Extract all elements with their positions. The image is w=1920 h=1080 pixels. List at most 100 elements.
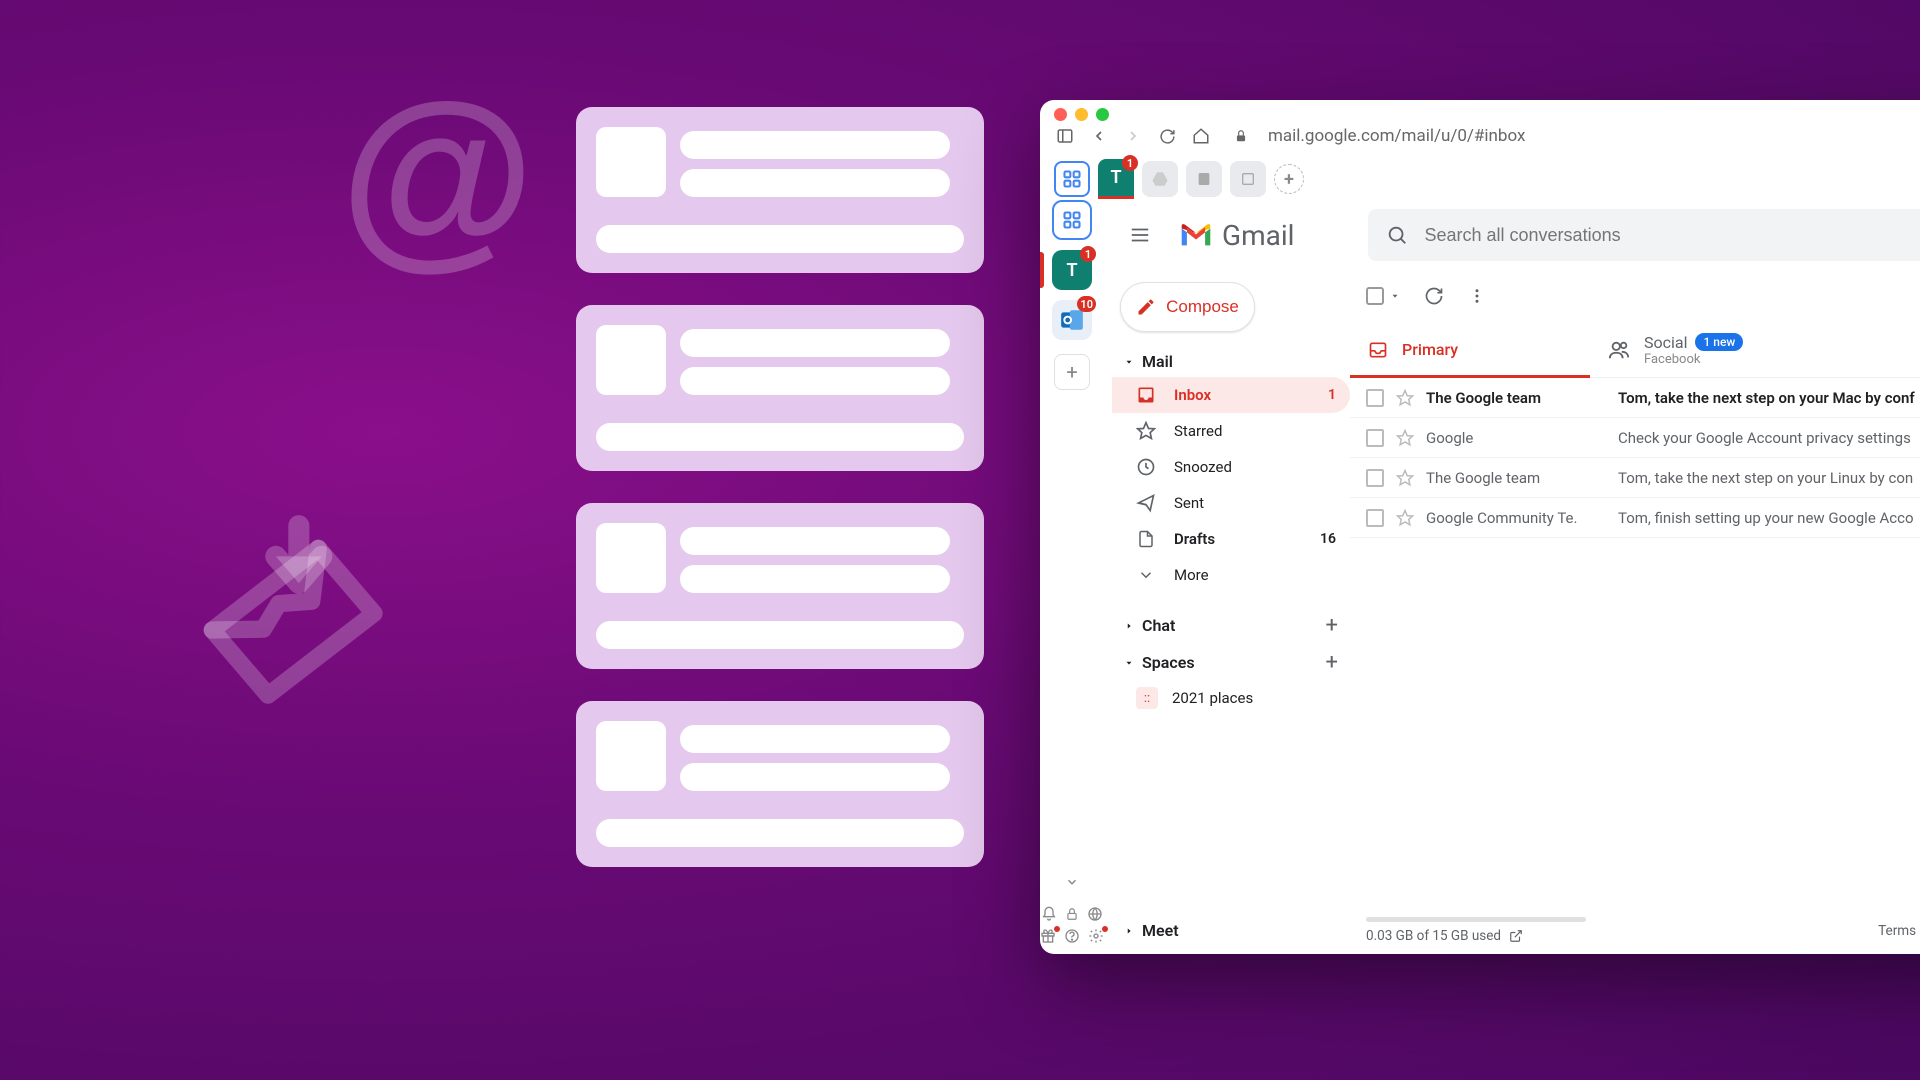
inbox-icon	[1368, 340, 1388, 360]
new-tab-button[interactable]: +	[1274, 164, 1304, 194]
tab-social[interactable]: Social 1 new Facebook	[1590, 322, 1830, 377]
rail-account-gmail[interactable]: T 1	[1052, 250, 1092, 290]
gmail-app: Gmail Compose	[1104, 200, 1920, 954]
more-options-button[interactable]	[1468, 287, 1486, 305]
apps-grid-tab[interactable]	[1054, 161, 1090, 197]
chat-section-header[interactable]: Chat +	[1112, 607, 1350, 644]
mail-sender: Google	[1426, 429, 1606, 447]
close-window-button[interactable]	[1054, 108, 1067, 121]
maximize-window-button[interactable]	[1096, 108, 1109, 121]
drive-tab[interactable]	[1142, 161, 1178, 197]
reload-button[interactable]	[1156, 125, 1178, 147]
sidebar-more[interactable]: More	[1112, 557, 1350, 593]
open-link-icon[interactable]	[1509, 929, 1523, 943]
clock-icon	[1136, 457, 1156, 477]
minimize-window-button[interactable]	[1075, 108, 1088, 121]
gmail-footer: 0.03 GB of 15 GB used Terms · Privacy · …	[1350, 907, 1920, 954]
star-icon[interactable]	[1396, 429, 1414, 447]
spaces-add-button[interactable]: +	[1326, 650, 1338, 675]
mail-checkbox[interactable]	[1366, 469, 1384, 487]
select-all-checkbox[interactable]	[1366, 287, 1400, 305]
spaces-section-header[interactable]: Spaces +	[1112, 644, 1350, 681]
meet-section-header[interactable]: Meet	[1112, 915, 1350, 946]
chevron-down-icon	[1124, 357, 1134, 367]
compose-button[interactable]: Compose	[1120, 282, 1255, 332]
pencil-icon	[1136, 297, 1156, 317]
active-account-indicator	[1040, 252, 1044, 288]
star-icon[interactable]	[1396, 469, 1414, 487]
storage-bar	[1366, 917, 1586, 922]
app-tab-2[interactable]	[1230, 161, 1266, 197]
globe-icon[interactable]	[1087, 906, 1103, 922]
gmail-sidebar: Compose Mail Inbox 1	[1104, 270, 1350, 954]
chevron-down-icon	[1136, 566, 1156, 584]
url-text[interactable]: mail.google.com/mail/u/0/#inbox	[1268, 126, 1525, 146]
mail-subject: Tom, take the next step on your Linux by…	[1618, 469, 1920, 487]
help-icon[interactable]	[1064, 928, 1080, 944]
decorative-cards	[576, 107, 984, 867]
settings-icon[interactable]	[1088, 928, 1104, 944]
account-tab[interactable]: T 1	[1098, 159, 1134, 199]
tab-primary[interactable]: Primary	[1350, 322, 1590, 377]
decorative-inbox-icon	[180, 510, 410, 710]
sidebar-drafts[interactable]: Drafts 16	[1112, 521, 1350, 557]
mail-subject: Tom, finish setting up your new Google A…	[1618, 509, 1920, 527]
mail-toolbar	[1350, 270, 1920, 322]
gift-icon[interactable]	[1040, 928, 1056, 944]
footer-links[interactable]: Terms · Privacy · Programme Polic	[1878, 923, 1920, 939]
sidebar-snoozed[interactable]: Snoozed	[1112, 449, 1350, 485]
search-icon	[1386, 224, 1408, 246]
space-item[interactable]: :: 2021 places	[1112, 681, 1350, 715]
bell-icon[interactable]	[1041, 906, 1057, 922]
mail-checkbox[interactable]	[1366, 509, 1384, 527]
mail-sender: The Google team	[1426, 389, 1606, 407]
star-icon[interactable]	[1396, 509, 1414, 527]
app-tab-1[interactable]	[1186, 161, 1222, 197]
mail-section-header[interactable]: Mail	[1112, 346, 1350, 377]
rail-add-account[interactable]: +	[1054, 354, 1090, 390]
send-icon	[1136, 493, 1156, 513]
rail-account-outlook[interactable]: 10	[1052, 300, 1092, 340]
sidebar-starred[interactable]: Starred	[1112, 413, 1350, 449]
menu-button[interactable]	[1116, 211, 1164, 259]
lock-small-icon[interactable]	[1065, 906, 1079, 922]
gmail-brand-text: Gmail	[1222, 219, 1294, 252]
mail-sender: Google Community Te.	[1426, 509, 1606, 527]
chevron-down-icon	[1124, 658, 1134, 668]
account-tab-letter: T	[1110, 167, 1121, 188]
lock-icon	[1230, 125, 1252, 147]
rail-collapse-icon[interactable]	[1060, 870, 1084, 894]
drafts-count: 16	[1320, 531, 1336, 547]
sidebar-toggle-icon[interactable]	[1054, 125, 1076, 147]
mail-row[interactable]: The Google team Tom, take the next step …	[1350, 378, 1920, 418]
search-box[interactable]	[1368, 209, 1920, 261]
mail-row[interactable]: The Google team Tom, take the next step …	[1350, 458, 1920, 498]
inbox-icon	[1136, 385, 1156, 405]
search-input[interactable]	[1424, 225, 1920, 246]
mail-sender: The Google team	[1426, 469, 1606, 487]
back-button[interactable]	[1088, 125, 1110, 147]
mail-list: The Google team Tom, take the next step …	[1350, 378, 1920, 538]
gmail-m-icon	[1178, 222, 1214, 248]
refresh-button[interactable]	[1424, 286, 1444, 306]
forward-button[interactable]	[1122, 125, 1144, 147]
chat-add-button[interactable]: +	[1326, 613, 1338, 638]
window-titlebar	[1040, 100, 1920, 120]
sidebar-inbox[interactable]: Inbox 1	[1112, 377, 1350, 413]
browser-window: mail.google.com/mail/u/0/#inbox T 1 +	[1040, 100, 1920, 954]
mail-row[interactable]: Google Check your Google Account privacy…	[1350, 418, 1920, 458]
mail-checkbox[interactable]	[1366, 389, 1384, 407]
mail-checkbox[interactable]	[1366, 429, 1384, 447]
file-icon	[1136, 529, 1156, 549]
rail-apps-button[interactable]	[1052, 200, 1092, 240]
gmail-main: Primary Social 1 new Facebook	[1350, 270, 1920, 954]
star-icon[interactable]	[1396, 389, 1414, 407]
gmail-logo[interactable]: Gmail	[1178, 219, 1294, 252]
chevron-right-icon	[1124, 926, 1134, 936]
mail-row[interactable]: Google Community Te. Tom, finish setting…	[1350, 498, 1920, 538]
chevron-down-icon	[1390, 291, 1400, 301]
chevron-right-icon	[1124, 621, 1134, 631]
sidebar-sent[interactable]: Sent	[1112, 485, 1350, 521]
home-button[interactable]	[1190, 125, 1212, 147]
mail-subject: Tom, take the next step on your Mac by c…	[1618, 389, 1920, 407]
